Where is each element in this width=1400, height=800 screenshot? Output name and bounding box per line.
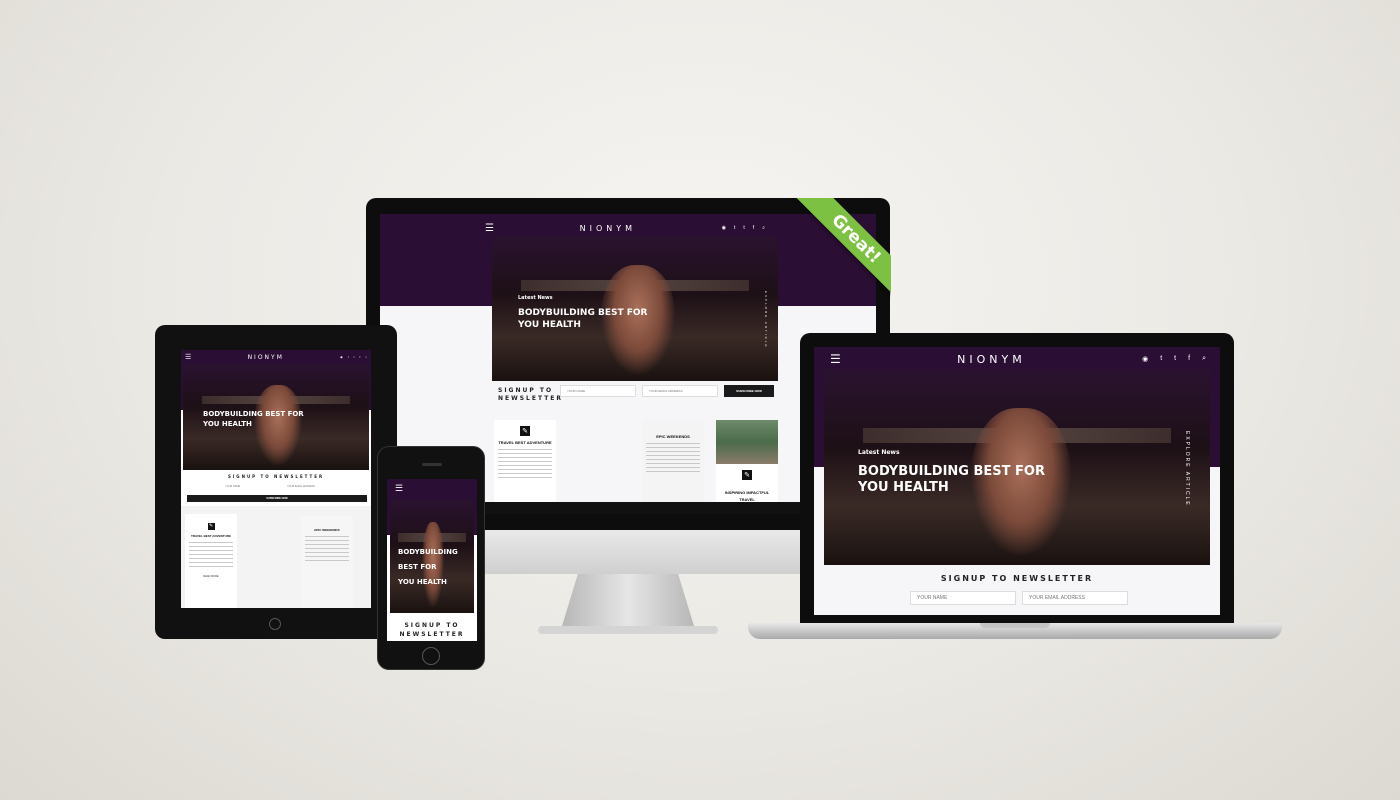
pencil-icon: ✎: [520, 426, 530, 436]
post-card[interactable]: ✎ TRAVEL BEST ADVENTURE READ MORE: [185, 514, 237, 608]
social-icons: ◉ t t f ⌕: [722, 225, 765, 231]
rss-icon[interactable]: ◉: [722, 225, 726, 231]
pencil-icon: ✎: [207, 522, 215, 530]
rss-icon[interactable]: ◉: [340, 355, 343, 359]
post-card[interactable]: ✎ TRAVEL BEST ADVENTURE: [494, 420, 556, 514]
hero-title-line1[interactable]: BODYBUILDING BEST FOR: [398, 545, 474, 575]
email-field[interactable]: YOUR EMAIL ADDRESS: [281, 483, 337, 490]
hero-image[interactable]: Latest News BODYBUILDING BEST FOR YOU HE…: [492, 236, 778, 381]
post-title[interactable]: TRAVEL BEST ADVENTURE: [494, 440, 556, 445]
site-logo[interactable]: NIONYM: [580, 224, 636, 233]
hero-title-line1[interactable]: BODYBUILDING BEST FOR: [858, 464, 1045, 480]
tumblr-icon[interactable]: t: [354, 355, 355, 359]
newsletter-title: SIGNUP TO NEWSLETTER: [399, 622, 465, 638]
laptop: ☰ NIONYM ◉ t t f ⌕ Latest News BODYBUILD…: [800, 333, 1234, 623]
hero-image[interactable]: BODYBUILDING BEST FOR YOU HEALTH: [390, 499, 474, 613]
twitter-icon[interactable]: t: [734, 225, 735, 231]
menu-icon[interactable]: ☰: [185, 353, 191, 361]
laptop-notch: [980, 623, 1050, 628]
subscribe-button[interactable]: SUBSCRIBE NOW: [724, 385, 774, 397]
tablet-screen: ☰ NIONYM ◉ t t f ⌕ BODYBUILDING BEST FOR…: [181, 350, 371, 608]
newsletter-title: SIGNUP TO NEWSLETTER: [498, 387, 564, 402]
phone-speaker: [422, 463, 442, 466]
tablet: ☰ NIONYM ◉ t t f ⌕ BODYBUILDING BEST FOR…: [155, 325, 397, 639]
search-icon[interactable]: ⌕: [1202, 355, 1206, 363]
home-button[interactable]: [422, 647, 440, 665]
post-title-line1[interactable]: INSPIRING IMPACTFUL: [716, 490, 778, 495]
subscribe-button[interactable]: SUBSCRIBE NOW: [187, 495, 367, 502]
hero-image[interactable]: Latest News BODYBUILDING BEST FOR YOU HE…: [824, 369, 1210, 565]
read-more-link[interactable]: READ MORE: [185, 575, 237, 578]
name-field[interactable]: YOUR NAME: [910, 591, 1016, 605]
phone-screen: ☰ BODYBUILDING BEST FOR YOU HEALTH SIGNU…: [387, 479, 477, 641]
facebook-icon[interactable]: f: [1188, 355, 1190, 363]
ribbon-badge: Great!: [787, 198, 891, 302]
facebook-icon[interactable]: f: [753, 225, 754, 231]
menu-icon[interactable]: ☰: [485, 223, 494, 234]
search-icon[interactable]: ⌕: [365, 355, 367, 359]
ribbon-label: Great!: [793, 198, 891, 302]
hero-title-line2[interactable]: YOU HEALTH: [518, 319, 647, 331]
post-card[interactable]: EPIC WEEKENDS: [301, 516, 353, 608]
email-field[interactable]: YOUR EMAIL ADDRESS: [642, 385, 718, 397]
post-title[interactable]: EPIC WEEKENDS: [642, 434, 704, 439]
laptop-screen: ☰ NIONYM ◉ t t f ⌕ Latest News BODYBUILD…: [814, 347, 1220, 615]
post-title[interactable]: TRAVEL BEST ADVENTURE: [185, 534, 237, 538]
hero-title-line1[interactable]: BODYBUILDING BEST FOR: [518, 307, 647, 319]
facebook-icon[interactable]: f: [359, 355, 360, 359]
hero-vertical-link[interactable]: EXPLORE ARTICLE: [764, 291, 768, 348]
pencil-icon: ✎: [742, 470, 752, 480]
menu-icon[interactable]: ☰: [830, 352, 841, 366]
monitor-base: [538, 626, 718, 634]
phone: ☰ BODYBUILDING BEST FOR YOU HEALTH SIGNU…: [377, 446, 485, 670]
hero-title-line2[interactable]: YOU HEALTH: [858, 480, 1045, 496]
hero-title-line2[interactable]: YOU HEALTH: [398, 575, 474, 590]
email-field[interactable]: YOUR EMAIL ADDRESS: [1022, 591, 1128, 605]
tumblr-icon[interactable]: t: [743, 225, 744, 231]
rss-icon[interactable]: ◉: [1142, 355, 1148, 363]
monitor-stand: [562, 574, 694, 626]
hero-title-line2[interactable]: YOU HEALTH: [203, 419, 304, 429]
site-logo[interactable]: NIONYM: [957, 353, 1026, 366]
newsletter-title: SIGNUP TO NEWSLETTER: [940, 574, 1094, 583]
name-field[interactable]: YOUR NAME: [560, 385, 636, 397]
home-button[interactable]: [269, 618, 281, 630]
name-field[interactable]: YOUR NAME: [219, 483, 275, 490]
hero-title-line1[interactable]: BODYBUILDING BEST FOR: [203, 409, 304, 419]
hero-tag: Latest News: [858, 449, 900, 456]
post-card[interactable]: ✎ INSPIRING IMPACTFUL TRAVEL: [716, 420, 778, 514]
hero-tag: Latest News: [518, 295, 553, 301]
post-card[interactable]: EPIC WEEKENDS: [642, 420, 704, 514]
menu-icon[interactable]: ☰: [395, 483, 403, 494]
twitter-icon[interactable]: t: [1160, 355, 1162, 363]
tumblr-icon[interactable]: t: [1174, 355, 1176, 363]
post-image[interactable]: [716, 420, 778, 464]
search-icon[interactable]: ⌕: [762, 225, 765, 231]
twitter-icon[interactable]: t: [348, 355, 349, 359]
hero-vertical-link[interactable]: EXPLORE ARTICLE: [1184, 431, 1190, 507]
post-title[interactable]: EPIC WEEKENDS: [301, 528, 353, 532]
site-logo[interactable]: NIONYM: [248, 354, 284, 361]
newsletter-title: SIGNUP TO NEWSLETTER: [227, 474, 325, 479]
hero-image[interactable]: BODYBUILDING BEST FOR YOU HEALTH: [183, 364, 369, 470]
